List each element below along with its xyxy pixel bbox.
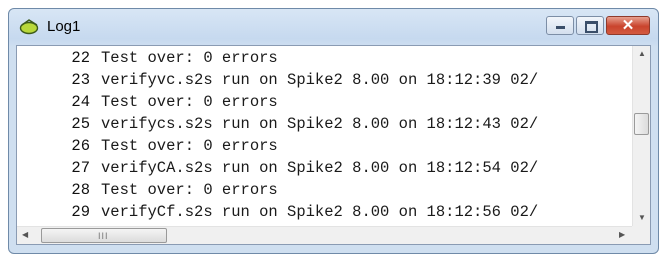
line-number: 28 — [71, 181, 90, 199]
maximize-icon — [585, 21, 598, 33]
line-number: 23 — [71, 71, 90, 89]
line-text: Test over: 0 errors — [101, 93, 278, 111]
log-view-icon — [19, 19, 39, 35]
line-number: 29 — [71, 203, 90, 221]
line-text: Test over: 0 errors — [101, 137, 278, 155]
line-number: 24 — [71, 93, 90, 111]
horizontal-scrollbar[interactable]: ◀ III ▶ — [17, 226, 633, 244]
minimize-button[interactable] — [546, 16, 574, 35]
line-text: verifycs.s2s run on Spike2 8.00 on 18:12… — [101, 115, 539, 133]
horizontal-scroll-thumb[interactable]: III — [41, 228, 167, 243]
line-number: 27 — [71, 159, 90, 177]
title-bar[interactable]: Log1 ✕ — [9, 9, 658, 45]
log-window[interactable]: Log1 ✕ 22 Test over: 0 errors 23 verifyvc.s… — [8, 8, 659, 254]
line-number: 25 — [71, 115, 90, 133]
close-button[interactable]: ✕ — [606, 16, 650, 35]
line-text: verifyvc.s2s run on Spike2 8.00 on 18:12… — [101, 71, 539, 89]
scroll-right-arrow[interactable]: ▶ — [619, 231, 625, 239]
vertical-scrollbar[interactable]: ▲ ▼ — [632, 46, 650, 226]
log-lines[interactable]: 22 Test over: 0 errors 23 verifyvc.s2s run … — [17, 46, 633, 226]
line-number: 26 — [71, 137, 90, 155]
scroll-up-arrow[interactable]: ▲ — [638, 50, 646, 58]
line-text: verifyCf.s2s run on Spike2 8.00 on 18:12… — [101, 203, 539, 221]
line-text: verifyCA.s2s run on Spike2 8.00 on 18:12… — [101, 159, 539, 177]
window-title: Log1 — [47, 18, 81, 35]
size-grip[interactable] — [632, 226, 650, 244]
log-text-area[interactable]: 22 Test over: 0 errors 23 verifyvc.s2s run … — [16, 45, 651, 245]
close-icon: ✕ — [621, 17, 635, 34]
line-text: Test over: 0 errors — [101, 181, 278, 199]
scroll-down-arrow[interactable]: ▼ — [638, 214, 646, 222]
minimize-icon — [556, 26, 565, 29]
maximize-button[interactable] — [576, 16, 604, 35]
vertical-scroll-thumb[interactable] — [634, 113, 649, 135]
scroll-left-arrow[interactable]: ◀ — [22, 231, 28, 239]
line-number: 22 — [71, 49, 90, 67]
scroll-grip: III — [98, 231, 109, 241]
line-text: Test over: 0 errors — [101, 49, 278, 67]
